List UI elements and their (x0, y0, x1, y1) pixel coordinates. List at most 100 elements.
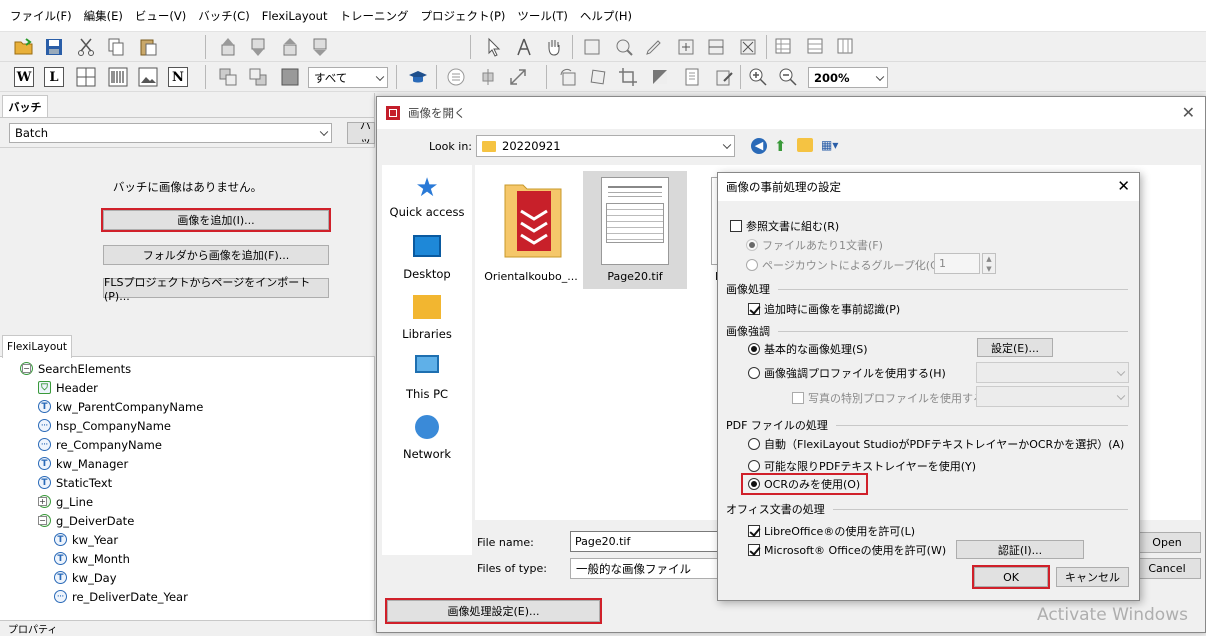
table-row-icon[interactable] (804, 36, 828, 58)
train-icon[interactable] (406, 66, 430, 88)
tree-item[interactable]: ✓SearchElements (20, 359, 131, 378)
pointer-icon[interactable] (482, 36, 506, 58)
collapse-icon[interactable]: − (38, 516, 47, 525)
photo-profile-checkbox[interactable]: 写真の特別プロファイルを使用する(U) (792, 390, 1001, 406)
pdf-text-layer-radio[interactable]: 可能な限りPDFテキストレイヤーを使用(Y) (748, 458, 976, 474)
list-icon[interactable] (444, 66, 468, 88)
menu-tools[interactable]: ツール(T) (511, 8, 574, 24)
copy-icon[interactable] (104, 36, 128, 58)
place-desktop[interactable]: Desktop (382, 235, 472, 281)
view-menu-icon[interactable]: ▦▾ (821, 138, 843, 154)
resize-icon[interactable] (506, 66, 530, 88)
ok-button[interactable]: OK (972, 565, 1050, 589)
move-top-icon[interactable] (278, 36, 302, 58)
word-block-icon[interactable]: W (14, 67, 34, 87)
preprocess-settings-button[interactable]: 画像処理設定(E)... (385, 598, 602, 624)
line-block-icon[interactable]: L (44, 67, 64, 87)
properties-tab[interactable]: プロパティ (0, 620, 375, 636)
profile-select[interactable] (976, 362, 1129, 383)
zoom-select[interactable]: 200% (808, 67, 888, 88)
tree-item[interactable]: ✓g_DeiverDate (38, 511, 134, 530)
split-block-icon[interactable] (704, 36, 728, 58)
zoom-region-icon[interactable] (612, 36, 636, 58)
preprocess-on-add-checkbox[interactable]: 追加時に画像を事前認識(P) (748, 301, 900, 317)
expand-icon[interactable]: + (38, 497, 47, 506)
tree-item[interactable]: Tkw_Day (54, 568, 117, 587)
block-type-select[interactable]: すべて (308, 67, 388, 88)
menu-batch[interactable]: バッチ(C) (192, 8, 256, 24)
import-fls-button[interactable]: FLSプロジェクトからページをインポート(P)... (103, 276, 329, 303)
number-block-icon[interactable]: N (168, 67, 188, 87)
cut-icon[interactable] (74, 36, 98, 58)
spinner-arrows-icon[interactable]: ▲ ▼ (982, 253, 996, 274)
new-folder-icon[interactable] (797, 138, 813, 152)
cancel-button[interactable]: Cancel (1133, 558, 1201, 579)
group-by-count-radio[interactable]: ページカウントによるグループ化(G): (746, 257, 947, 273)
auth-button[interactable]: 認証(I)... (956, 540, 1084, 559)
zoom-out-icon[interactable] (776, 66, 800, 88)
zoom-in-icon[interactable] (746, 66, 770, 88)
add-block-icon[interactable] (674, 36, 698, 58)
tree-item[interactable]: ⛉ Header (38, 378, 98, 397)
paste-icon[interactable] (136, 36, 160, 58)
ref-doc-checkbox[interactable]: 参照文書に組む(R) (730, 218, 839, 234)
tree-item[interactable]: ··· re_CompanyName (38, 435, 162, 454)
back-icon[interactable]: ◀ (751, 138, 767, 154)
basic-processing-radio[interactable]: 基本的な画像処理(S) (748, 341, 868, 357)
page-properties-icon[interactable] (680, 66, 704, 88)
save-icon[interactable] (42, 36, 66, 58)
table-add-icon[interactable] (772, 36, 796, 58)
table-block-icon[interactable] (74, 66, 98, 88)
file-item-folder[interactable]: Orientalkoubo_... (483, 171, 579, 289)
file-type-select[interactable]: 一般的な画像ファイル (570, 558, 724, 579)
close-icon[interactable]: ✕ (1117, 177, 1130, 195)
one-per-file-radio[interactable]: ファイルあたり1文書(F) (746, 237, 883, 253)
menu-training[interactable]: トレーニング (333, 8, 414, 24)
tree-item[interactable]: Tkw_ParentCompanyName (38, 397, 203, 416)
table-column-icon[interactable] (834, 36, 858, 58)
use-profile-radio[interactable]: 画像強調プロファイルを使用する(H) (748, 365, 946, 381)
look-in-select[interactable]: 20220921 (476, 135, 735, 157)
rotate-page-icon[interactable] (556, 66, 580, 88)
edit-image-icon[interactable] (712, 66, 736, 88)
tree-item[interactable]: T StaticText (38, 473, 112, 492)
photo-profile-select[interactable] (976, 386, 1129, 407)
batch-select[interactable]: Batch (9, 123, 332, 143)
picture-block-icon[interactable] (136, 66, 160, 88)
batch-tab[interactable]: バッチ (2, 95, 48, 117)
move-bottom-icon[interactable] (308, 36, 332, 58)
up-folder-icon[interactable]: ⬆ (774, 137, 787, 155)
move-up-icon[interactable] (216, 36, 240, 58)
batch-button[interactable]: バッ (347, 122, 375, 144)
crop-icon[interactable] (616, 66, 640, 88)
select-region-icon[interactable] (580, 36, 604, 58)
place-libraries[interactable]: Libraries (382, 295, 472, 341)
tree-item[interactable]: ··· re_DeliverDate_Year (54, 587, 188, 606)
tree-item[interactable]: ··· hsp_CompanyName (38, 416, 171, 435)
tree-item[interactable]: Tkw_Manager (38, 454, 128, 473)
msoffice-checkbox[interactable]: Microsoft® Officeの使用を許可(W) (748, 542, 946, 558)
compass-icon[interactable] (512, 36, 536, 58)
menu-project[interactable]: プロジェクト(P) (414, 8, 511, 24)
tree-item[interactable]: Tkw_Month (54, 549, 130, 568)
pdf-auto-radio[interactable]: 自動（FlexiLayout StudioがPDFテキストレイヤーかOCRかを選… (748, 436, 1124, 452)
place-network[interactable]: Network (382, 415, 472, 461)
barcode-block-icon[interactable] (106, 66, 130, 88)
open-button[interactable]: Open (1133, 532, 1201, 553)
place-this-pc[interactable]: This PC (382, 355, 472, 401)
file-name-input[interactable]: Page20.tif (570, 531, 724, 552)
block-back-icon[interactable] (246, 66, 270, 88)
file-item-page20[interactable]: Page20.tif (583, 171, 687, 289)
add-images-button[interactable]: 画像を追加(I)... (101, 208, 331, 232)
open-folder-icon[interactable] (12, 36, 36, 58)
delete-block-icon[interactable] (736, 36, 760, 58)
tree-item[interactable]: Tkw_Year (54, 530, 118, 549)
draw-icon[interactable] (642, 36, 666, 58)
menu-help[interactable]: ヘルプ(H) (574, 8, 638, 24)
libreoffice-checkbox[interactable]: LibreOffice®の使用を許可(L) (748, 523, 915, 539)
close-icon[interactable]: ✕ (1182, 103, 1195, 122)
pdf-ocr-only-radio[interactable]: OCRのみを使用(O) (741, 473, 868, 495)
menu-view[interactable]: ビュー(V) (129, 8, 192, 24)
block-front-icon[interactable] (216, 66, 240, 88)
menu-edit[interactable]: 編集(E) (78, 8, 129, 24)
